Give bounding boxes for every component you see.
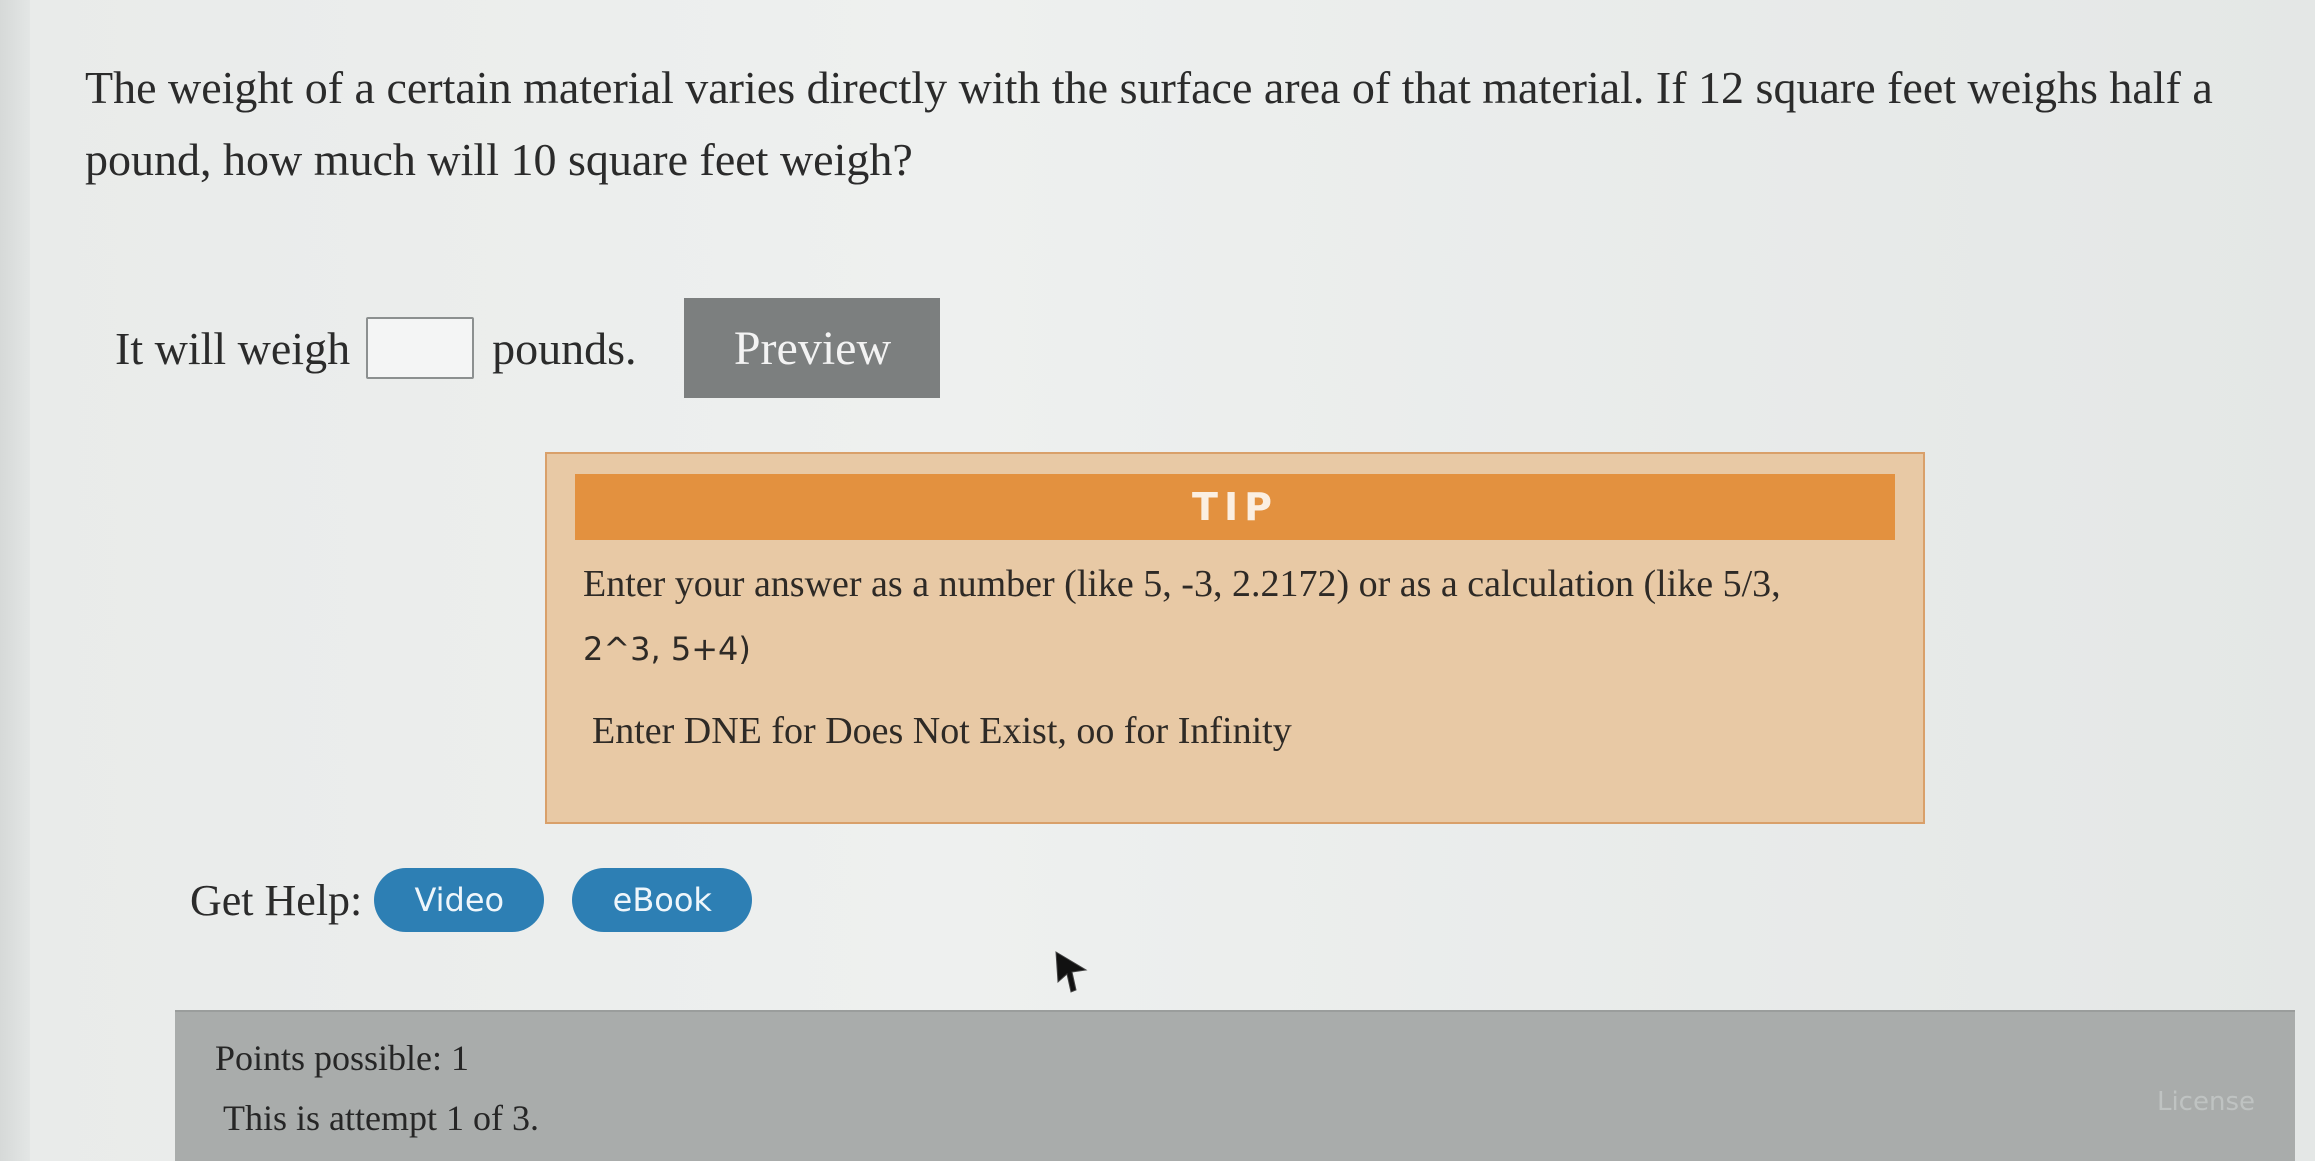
ebook-button[interactable]: eBook bbox=[572, 868, 753, 932]
attempt-count: This is attempt 1 of 3. bbox=[223, 1098, 539, 1138]
preview-button[interactable]: Preview bbox=[684, 298, 941, 398]
tip-header: TIP bbox=[575, 474, 1895, 540]
tip-text-dne: Enter DNE for Does Not Exist, oo for Inf… bbox=[592, 710, 1292, 752]
license-link[interactable]: License bbox=[2157, 1087, 2255, 1117]
answer-row: It will weigh pounds. Preview bbox=[115, 298, 941, 398]
tip-box: TIP Enter your answer as a number (like … bbox=[545, 452, 1925, 824]
get-help-label: Get Help: bbox=[190, 875, 363, 925]
arrow-cursor-icon bbox=[1055, 951, 1088, 993]
video-button[interactable]: Video bbox=[374, 868, 545, 932]
footer-panel: Points possible: 1 This is attempt 1 of … bbox=[175, 1010, 2295, 1161]
question-page: The weight of a certain material varies … bbox=[30, 0, 2315, 1161]
answer-suffix: pounds. bbox=[492, 322, 637, 374]
screen: The weight of a certain material varies … bbox=[0, 0, 2315, 1161]
answer-prefix: It will weigh bbox=[115, 322, 351, 374]
left-margin bbox=[0, 0, 30, 1161]
question-text: The weight of a certain material varies … bbox=[85, 62, 2213, 185]
get-help: Get Help: Video eBook bbox=[190, 865, 753, 935]
tip-text-examples: 2^3, 5+4) bbox=[583, 630, 751, 668]
answer-input[interactable] bbox=[366, 317, 475, 379]
tip-text-number: Enter your answer as a number (like 5, -… bbox=[583, 563, 1781, 605]
points-possible: Points possible: 1 bbox=[215, 1038, 470, 1078]
